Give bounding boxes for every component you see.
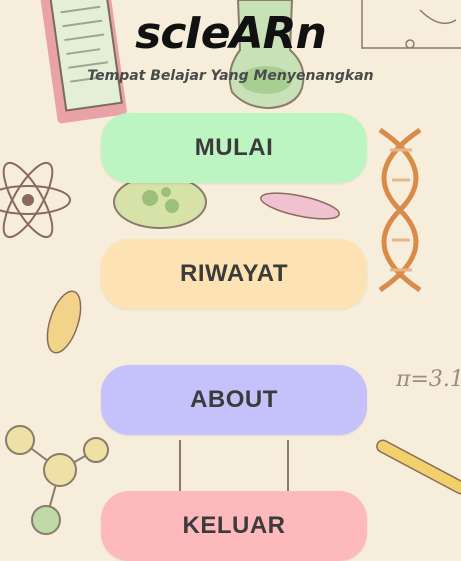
bacteria-icon bbox=[260, 192, 340, 220]
petri-dish-icon bbox=[113, 175, 207, 229]
dna-helix-icon bbox=[378, 127, 422, 293]
microorganism-icon bbox=[46, 290, 82, 354]
app-subtitle: Tempat Belajar Yang Menyenangkan bbox=[87, 68, 374, 84]
about-button[interactable]: ABOUT bbox=[101, 365, 367, 435]
atom-icon bbox=[0, 161, 71, 239]
mulai-button[interactable]: MULAI bbox=[101, 113, 367, 183]
app-title: scIeARn bbox=[135, 8, 327, 59]
molecule-icon bbox=[5, 425, 109, 535]
keluar-button[interactable]: KELUAR bbox=[101, 491, 367, 561]
riwayat-button[interactable]: RIWAYAT bbox=[101, 239, 367, 309]
formula-text: π=3.1 bbox=[395, 367, 461, 392]
test-tube-icon bbox=[376, 439, 461, 495]
